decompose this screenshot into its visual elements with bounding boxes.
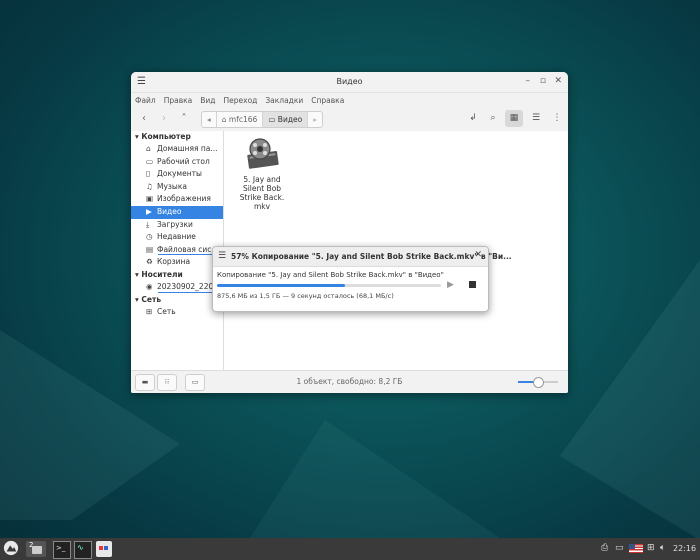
file-name: 5. Jay and Silent Bob Strike Back. mkv: [239, 175, 285, 211]
network-icon: ⊞: [146, 306, 153, 316]
menu-view[interactable]: Вид: [200, 96, 215, 105]
close-icon[interactable]: ✕: [474, 250, 482, 260]
zoom-slider-knob[interactable]: [533, 377, 544, 388]
pause-icon[interactable]: ▶: [447, 280, 454, 290]
sidebar-item-music[interactable]: ♫ Музыка: [131, 181, 223, 194]
download-icon: ⤓: [146, 219, 150, 229]
volume-icon[interactable]: 🔈︎: [660, 543, 665, 553]
sidebar-item-disc[interactable]: ◉ 20230902_220...: [131, 281, 223, 294]
breadcrumb: ◂ ⌂ mfc166 ▭ Видео ▸: [201, 111, 323, 128]
sidebar-item-recent[interactable]: ◷ Недавние: [131, 231, 223, 244]
minimize-icon[interactable]: –: [526, 76, 531, 86]
sidebar-item-desktop[interactable]: ▭ Рабочий стол: [131, 156, 223, 169]
menu-bookmarks[interactable]: Закладки: [265, 96, 303, 105]
printer-icon[interactable]: ⎙: [601, 543, 608, 553]
status-text: 1 объект, свободно: 8,2 ГБ: [296, 377, 403, 386]
sidebar-item-network[interactable]: ⊞ Сеть: [131, 306, 223, 319]
sidebar-item-video[interactable]: ▶ Видео: [131, 205, 223, 219]
breadcrumb-left-icon[interactable]: ◂: [202, 112, 217, 127]
up-icon[interactable]: ˄: [177, 112, 191, 126]
disc-icon: ◉: [146, 281, 153, 291]
usage-bar: [158, 291, 213, 293]
status-bar: ▬ ⁝⁝ ▭ 1 объект, свободно: 8,2 ГБ: [131, 370, 568, 393]
sidebar-header-network[interactable]: ▾ Сеть: [131, 294, 223, 306]
workspace-switcher[interactable]: 2: [26, 541, 46, 557]
sidebar-item-images[interactable]: ▣ Изображения: [131, 193, 223, 206]
sidebar-item-downloads[interactable]: ⤓ Загрузки: [131, 219, 223, 232]
video-icon: ▶: [146, 206, 152, 216]
wallpaper-shard: [250, 420, 500, 538]
desktop-icon: ▭: [146, 156, 154, 166]
sidebar: ▾ Компьютер ⌂ Домашняя па... ▭ Рабочий сто…: [131, 131, 224, 371]
menu-icon[interactable]: ☰: [218, 251, 226, 261]
system-monitor-icon[interactable]: ∿: [74, 541, 92, 559]
clock-icon: ◷: [146, 232, 153, 242]
video-icon: ▭: [268, 115, 278, 124]
file-manager-window[interactable]: ☰ Видео – ▫ ✕ Файл Правка Вид Переход За…: [131, 72, 568, 393]
copy-progress-dialog[interactable]: ☰ 57% Копирование "5. Jay and Silent Bob…: [212, 246, 512, 312]
video-file-icon: [247, 138, 279, 169]
terminal-icon[interactable]: >_: [53, 541, 71, 559]
forward-icon[interactable]: ›: [157, 112, 171, 126]
music-icon: ♫: [146, 181, 153, 191]
copy-details: 875,6 МБ из 1,5 ГБ — 9 секунд осталось (…: [217, 292, 394, 300]
window-title: Видео: [336, 77, 363, 86]
title-bar[interactable]: ☰ Видео – ▫ ✕: [131, 72, 568, 93]
file-item[interactable]: 5. Jay and Silent Bob Strike Back. mkv: [232, 135, 292, 211]
clock[interactable]: 22:16: [673, 544, 696, 553]
document-icon: ▯: [146, 169, 151, 179]
search-icon[interactable]: ⌕: [484, 110, 502, 127]
menu-bar: Файл Правка Вид Переход Закладки Справка: [131, 93, 568, 107]
folder-window-icon: [32, 546, 42, 554]
wallpaper-shard: [560, 260, 700, 540]
copy-progress-bar: [217, 284, 441, 287]
drive-icon: ▤: [146, 244, 154, 254]
taskbar: 2 >_ ∿ ⎙ ▭ ⊞ 🔈︎ 22:16: [0, 538, 700, 560]
dialog-title-bar[interactable]: ☰ 57% Копирование "5. Jay and Silent Bob…: [213, 247, 512, 267]
compact-view-icon[interactable]: ⋮: [548, 110, 566, 127]
menu-file[interactable]: Файл: [135, 96, 156, 105]
trash-icon: ♻: [146, 257, 153, 267]
list-view-icon[interactable]: ☰: [527, 110, 545, 127]
menu-go[interactable]: Переход: [224, 96, 258, 105]
usage-bar: [158, 254, 213, 256]
menu-edit[interactable]: Правка: [164, 96, 193, 105]
stop-icon[interactable]: [469, 281, 476, 288]
sidebar-header-media[interactable]: ▾ Носители: [131, 269, 223, 281]
copy-progress-fill: [217, 284, 345, 287]
copy-message: Копирование "5. Jay and Silent Bob Strik…: [217, 271, 444, 279]
display-icon[interactable]: ▭: [615, 543, 624, 553]
network-icon[interactable]: ⊞: [647, 543, 655, 553]
toolbar: ‹ › ˄ ◂ ⌂ mfc166 ▭ Видео ▸ ↲ ⌕ ▦ ☰ ⋮: [131, 107, 568, 132]
breadcrumb-home[interactable]: ⌂ mfc166: [217, 112, 264, 127]
dialog-title: 57% Копирование "5. Jay and Silent Bob S…: [231, 252, 512, 261]
back-icon[interactable]: ‹: [137, 112, 151, 126]
sidebar-item-filesystem[interactable]: ▤ Файловая сис...: [131, 244, 223, 257]
close-icon[interactable]: ✕: [554, 76, 562, 86]
app-menu-icon[interactable]: [2, 540, 20, 556]
sidebar-header-computer[interactable]: ▾ Компьютер: [131, 131, 223, 143]
sidebar-item-trash[interactable]: ♻ Корзина: [131, 256, 223, 269]
grid-view-icon[interactable]: ▦: [505, 110, 523, 127]
maximize-icon[interactable]: ▫: [540, 76, 546, 86]
sidebar-item-documents[interactable]: ▯ Документы: [131, 168, 223, 181]
sidebar-item-home[interactable]: ⌂ Домашняя па...: [131, 143, 223, 156]
breadcrumb-video[interactable]: ▭ Видео: [263, 112, 309, 127]
breadcrumb-right-icon[interactable]: ▸: [308, 112, 322, 127]
home-icon: ⌂: [146, 144, 151, 153]
home-icon: ⌂: [221, 115, 229, 124]
us-flag-icon[interactable]: [629, 544, 643, 553]
zoom-slider[interactable]: [518, 377, 558, 388]
image-icon: ▣: [146, 194, 154, 204]
path-edit-icon[interactable]: ↲: [464, 110, 482, 127]
menu-help[interactable]: Справка: [311, 96, 344, 105]
store-icon[interactable]: [96, 541, 112, 557]
